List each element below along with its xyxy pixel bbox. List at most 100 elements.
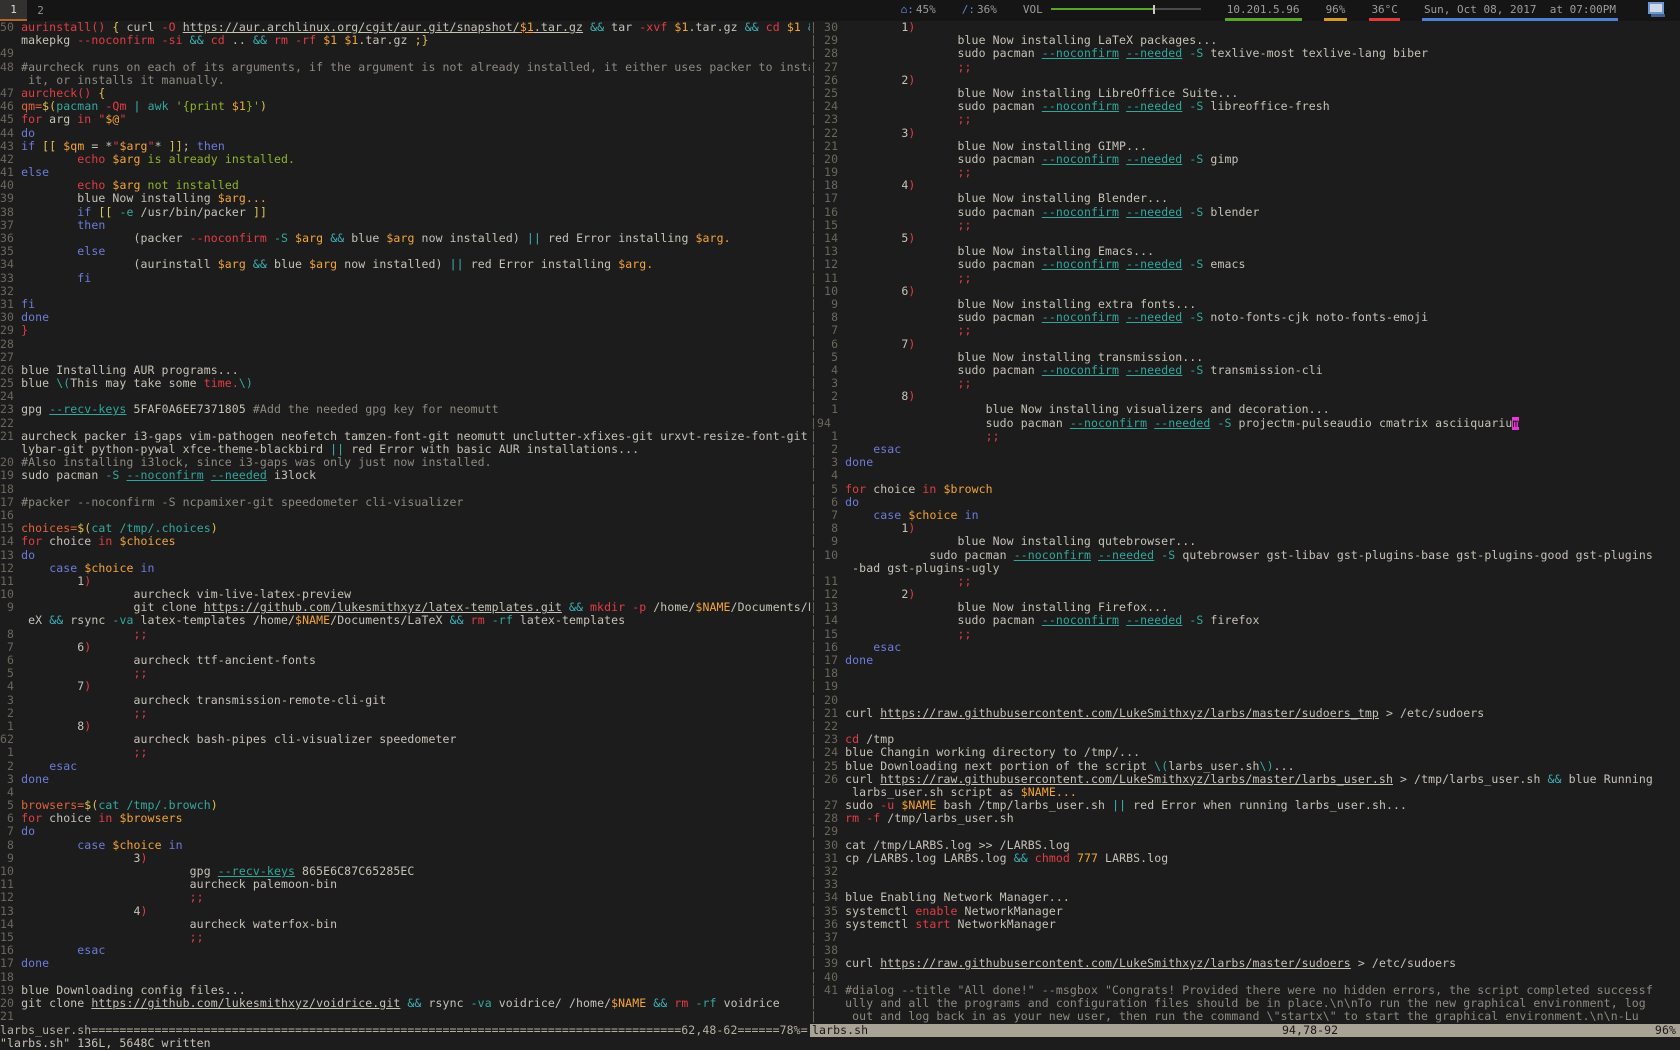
code-token: -f — [866, 812, 880, 825]
code-token: 8 — [21, 720, 84, 733]
code-token — [141, 100, 148, 113]
code-token: --needed — [1126, 153, 1182, 166]
code-token: 1 — [845, 21, 908, 34]
line-number-right: | 10 — [810, 549, 845, 562]
disk-home-value: 45% — [916, 3, 936, 16]
code-row: 8 case $choice in — [0, 839, 810, 852]
code-token: texlive-most texlive-lang biber — [1203, 47, 1428, 60]
code-token: rm — [471, 614, 485, 627]
code-token: cd — [211, 34, 225, 47]
code-token: $1 — [344, 34, 358, 47]
line-number-left: 2 — [0, 707, 21, 720]
code-token: curl — [845, 707, 880, 720]
code-token: larbs_user.sh script as — [845, 786, 1021, 799]
code-token: && — [1548, 773, 1562, 786]
code-token: sudo pacman — [845, 311, 1042, 324]
code-row: it, or installs it manually. — [0, 74, 810, 87]
line-number-left: 11 — [0, 878, 21, 891]
code-token: && — [1014, 852, 1028, 865]
code-token: blue Now installing extra fonts... — [845, 298, 1196, 311]
code-token: systemctl — [845, 918, 915, 931]
code-token: sudo pacman — [845, 614, 1042, 627]
code-row: | 30 cat /tmp/LARBS.log >> /LARBS.log — [810, 839, 1680, 852]
code-row: 44 do — [0, 127, 810, 140]
code-token — [21, 667, 133, 680]
code-row: lybar-git python-pywal xfce-theme-blackb… — [0, 443, 810, 456]
volume-slider[interactable] — [1051, 4, 1201, 14]
code-token: && — [569, 601, 583, 614]
code-token — [162, 839, 169, 852]
right-pane[interactable]: | 30 1)| 29 blue Now installing LaTeX pa… — [810, 21, 1680, 1024]
code-token: || — [1112, 799, 1126, 812]
code-token: --noconfirm — [190, 232, 267, 245]
code-token: /Documents/LaT — [731, 601, 810, 614]
code-token: ) — [140, 852, 147, 865]
code-token: NetworkManager — [951, 918, 1056, 931]
code-token: $arg. — [696, 232, 731, 245]
code-row: | 5 blue Now installing transmission... — [810, 351, 1680, 364]
code-token: --noconfirm — [1042, 311, 1119, 324]
line-number-right: | — [810, 1010, 845, 1023]
code-token: -S — [1189, 258, 1203, 271]
code-token: ) — [908, 522, 915, 535]
line-number-left: 3 — [0, 694, 21, 707]
code-token: -S — [1189, 47, 1203, 60]
code-token: = * — [84, 140, 112, 153]
code-row: 4 — [0, 786, 810, 799]
line-number-left: 26 — [0, 364, 21, 377]
code-row: 24 — [0, 390, 810, 403]
code-token: done — [845, 654, 873, 667]
code-token: case — [49, 562, 77, 575]
code-row: 6 aurcheck ttf-ancient-fonts — [0, 654, 810, 667]
workspace-tag-1[interactable]: 1 — [0, 0, 27, 21]
code-token: cat /tmp/LARBS.log >> /LARBS.log — [845, 839, 1070, 852]
left-pane[interactable]: 50 aurinstall() { curl -O https://aur.ar… — [0, 21, 810, 1024]
code-row: 2 esac — [0, 760, 810, 773]
code-token: voidrice/ /home/ — [492, 997, 611, 1010]
line-number-left: 31 — [0, 298, 21, 311]
code-token: -O — [162, 21, 176, 34]
code-token: ;; — [958, 113, 972, 126]
code-token: -xvf — [639, 21, 667, 34]
line-number-right: | 5 — [810, 483, 845, 496]
code-row: 19 blue Downloading config files... — [0, 984, 810, 997]
code-token: $browch — [944, 483, 993, 496]
code-row: | 18 4) — [810, 179, 1680, 192]
workspace-tag-2[interactable]: 2 — [27, 0, 54, 21]
line-number-right: | 5 — [810, 351, 845, 364]
code-token: ) — [908, 74, 915, 87]
code-token: it, or installs it manually. — [21, 74, 225, 87]
line-number-right: | 21 — [810, 707, 845, 720]
code-token: latex-templates /home/ — [134, 614, 296, 627]
line-number-left: 33 — [0, 272, 21, 285]
line-number-right: | 20 — [810, 153, 845, 166]
line-number-left: 18 — [0, 971, 21, 984]
code-token: $1 — [787, 21, 801, 34]
line-number-left: 41 — [0, 166, 21, 179]
code-row: | 13 blue Now installing Firefox... — [810, 601, 1680, 614]
code-row: 19 sudo pacman -S --noconfirm --needed i… — [0, 469, 810, 482]
code-row: | 14 5) — [810, 232, 1680, 245]
code-row: 47 aurcheck() { — [0, 87, 810, 100]
line-number-left: 49 — [0, 47, 21, 60]
line-number-left: 44 — [0, 127, 21, 140]
code-token: [[ — [42, 140, 56, 153]
code-row: | 29 blue Now installing LaTeX packages.… — [810, 34, 1680, 47]
code-token: then — [197, 140, 225, 153]
code-token: --noconfirm — [1042, 206, 1119, 219]
line-number-right: | 13 — [810, 601, 845, 614]
line-number-right: | 15 — [810, 219, 845, 232]
line-number-right: | 31 — [810, 852, 845, 865]
line-number-left: 43 — [0, 140, 21, 153]
code-token: now installed) — [337, 258, 449, 271]
code-token — [204, 34, 211, 47]
code-row: | 36 systemctl start NetworkManager — [810, 918, 1680, 931]
code-token: esac — [873, 443, 901, 456]
code-row: | 35 systemctl enable NetworkManager — [810, 905, 1680, 918]
code-token: blue Now installing visualizers and deco… — [845, 403, 1330, 416]
code-row: makepkg --noconfirm -si && cd .. && rm -… — [0, 34, 810, 47]
code-token: esac — [873, 641, 901, 654]
code-token — [21, 245, 77, 258]
code-token — [183, 34, 190, 47]
code-row: | 7 case $choice in — [810, 509, 1680, 522]
